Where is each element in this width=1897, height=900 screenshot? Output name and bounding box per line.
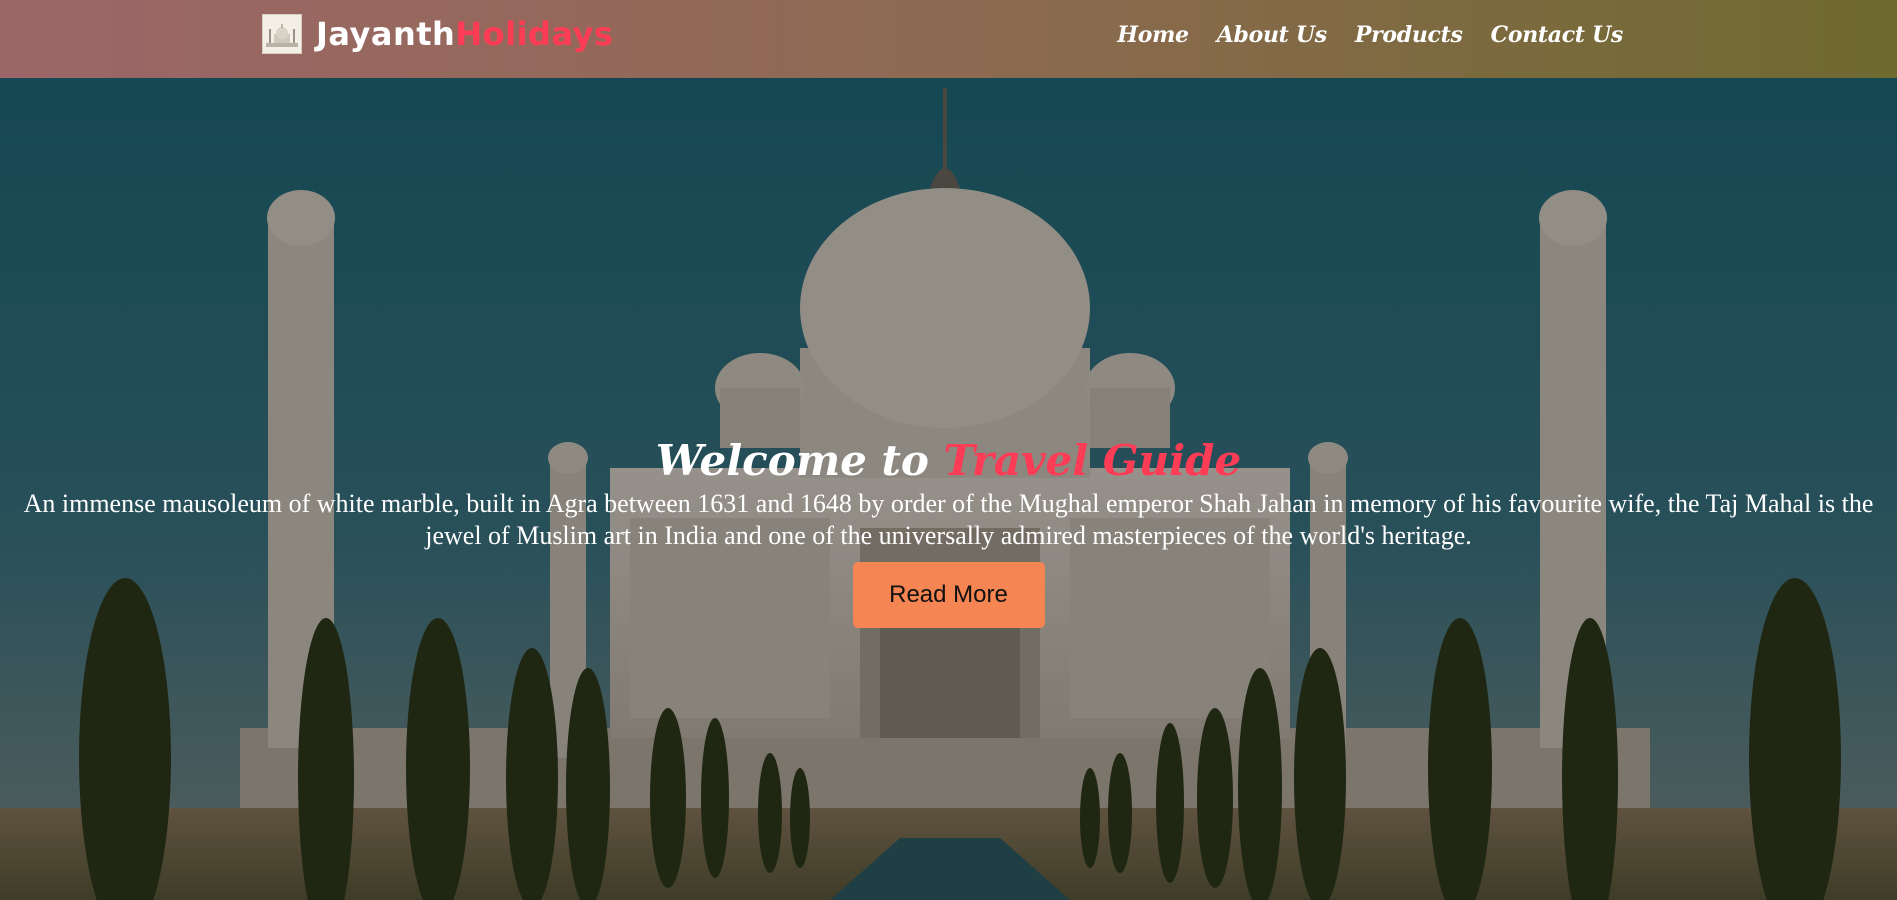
- brand-name-main: Jayanth: [316, 15, 456, 53]
- taj-mahal-logo-icon: [262, 14, 302, 54]
- hero-title-accent: Travel Guide: [943, 436, 1242, 485]
- hero-section: Welcome to Travel Guide An immense mauso…: [0, 78, 1897, 900]
- nav-link-contact-us[interactable]: Contact Us: [1491, 22, 1624, 48]
- main-nav: Home About Us Products Contact Us: [1117, 22, 1623, 48]
- hero-title-prefix: Welcome to: [655, 436, 944, 485]
- navbar: JayanthHolidays Home About Us Products C…: [0, 0, 1897, 78]
- hero-content: Welcome to Travel Guide An immense mauso…: [0, 436, 1897, 629]
- nav-link-home[interactable]: Home: [1117, 22, 1189, 48]
- brand[interactable]: JayanthHolidays: [262, 13, 613, 55]
- nav-link-products[interactable]: Products: [1355, 22, 1463, 48]
- hero-description: An immense mausoleum of white marble, bu…: [23, 489, 1874, 551]
- hero-title: Welcome to Travel Guide: [0, 436, 1897, 485]
- read-more-button[interactable]: Read More: [852, 562, 1045, 629]
- nav-link-about-us[interactable]: About Us: [1217, 22, 1327, 48]
- brand-name-accent: Holidays: [455, 15, 614, 53]
- brand-name: JayanthHolidays: [316, 15, 613, 53]
